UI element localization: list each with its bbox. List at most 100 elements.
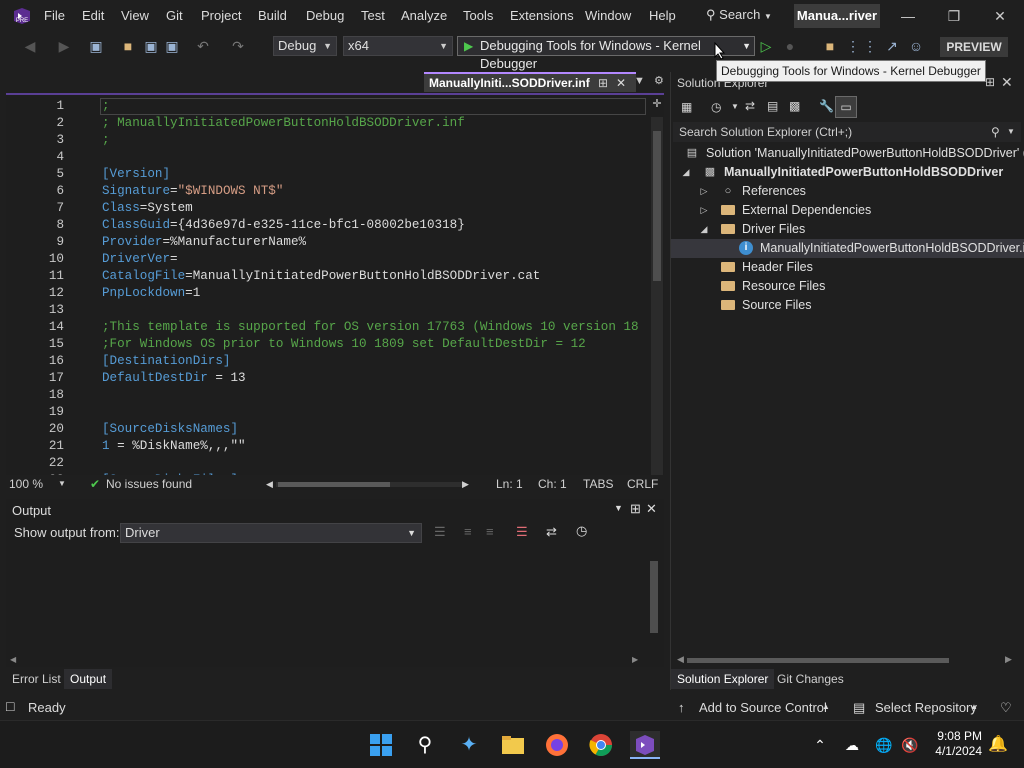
configuration-select[interactable]: Debug ▼ [273,36,337,56]
start-without-debugging-icon[interactable]: ▷ [758,38,774,54]
save-icon[interactable]: ▣ [143,38,159,54]
notification-bell-icon[interactable]: 🔔 [984,731,1012,759]
properties-wrench-icon[interactable]: 🔧 [819,99,834,113]
system-clock[interactable]: 9:08 PM 4/1/2024 [930,729,982,759]
menu-git[interactable]: Git [166,8,183,23]
chrome-icon[interactable] [587,731,615,759]
menu-edit[interactable]: Edit [82,8,104,23]
network-icon[interactable]: ☁ [838,731,866,759]
tab-solution-explorer[interactable]: Solution Explorer [671,669,775,689]
start-debugger-button[interactable]: ▶ Debugging Tools for Windows - Kernel D… [457,36,755,71]
code-line[interactable]: 9 Provider=%ManufacturerName% [6,234,646,251]
code-line[interactable]: 2 ; ManuallyInitiatedPowerButtonHoldBSODD… [6,115,646,132]
visual-studio-taskbar-icon[interactable] [630,731,660,759]
close-tab-icon[interactable]: ✕ [616,74,626,92]
back-icon[interactable]: ◀ [22,38,38,54]
collapsed-icon[interactable]: ▷ [699,182,709,201]
tree-project[interactable]: ◢ ▩ ManuallyInitiatedPowerButtonHoldBSOD… [671,163,1024,182]
code-editor[interactable]: 1; 2; ManuallyInitiatedPowerButtonHoldBSO… [6,93,664,475]
menu-file[interactable]: File [44,8,65,23]
notifications-bell-icon[interactable]: ♡ [1000,700,1012,716]
chevron-down-icon[interactable]: ▼ [1007,122,1015,142]
scrollbar-thumb[interactable] [650,561,658,633]
tree-source-files[interactable]: Source Files [671,296,1024,315]
forward-icon[interactable]: ▶ [56,38,72,54]
file-explorer-icon[interactable] [499,731,527,759]
issues-status[interactable]: No issues found [106,477,192,491]
minimize-icon[interactable]: — [898,6,918,26]
code-line[interactable]: 6 Signature="$WINDOWS NT$" [6,183,646,200]
new-item-icon[interactable]: ▣ [88,38,104,54]
solution-name-badge[interactable]: Manua...river [794,4,880,28]
search-menu[interactable]: ⚲ Search ▼ [706,7,772,23]
tab-error-list[interactable]: Error List [6,669,67,689]
code-line[interactable]: 16 [DestinationDirs] [6,353,646,370]
code-line[interactable]: 4 [6,149,646,166]
output-vertical-scrollbar[interactable] [648,549,660,649]
next-message-icon[interactable]: ≡ [486,524,494,539]
tree-solution[interactable]: ▤ Solution 'ManuallyInitiatedPowerButton… [671,144,1024,163]
code-line[interactable]: 11 CatalogFile=ManuallyInitiatedPowerButt… [6,268,646,285]
scroll-left-icon[interactable]: ◀ [266,479,273,490]
code-line[interactable]: 20 [SourceDisksNames] [6,421,646,438]
zoom-level[interactable]: 100 % [9,477,43,491]
code-line[interactable]: 19 [6,404,646,421]
collapsed-icon[interactable]: ▷ [699,201,709,220]
tree-external-dependencies[interactable]: ▷ External Dependencies [671,201,1024,220]
copilot-icon[interactable]: ✦ [455,731,483,759]
column-number[interactable]: Ch: 1 [538,477,567,491]
menu-tools[interactable]: Tools [463,8,493,23]
firefox-icon[interactable] [543,731,571,759]
vertical-scrollbar[interactable] [651,117,663,475]
close-icon[interactable]: ✕ [646,501,657,517]
settings-gear-icon[interactable]: ⚙ [654,75,664,87]
preview-selected-icon[interactable]: ▭ [835,96,857,118]
scrollbar-thumb[interactable] [653,131,661,281]
chevron-up-icon[interactable]: ▲ [822,702,830,711]
tab-output[interactable]: Output [64,669,113,689]
line-number[interactable]: Ln: 1 [496,477,523,491]
preview-badge[interactable]: PREVIEW [940,37,1008,57]
code-line[interactable]: 12 PnpLockdown=1 [6,285,646,302]
pin-icon[interactable]: ⊞ [985,75,995,89]
tab-git-changes[interactable]: Git Changes [771,669,850,689]
output-text-area[interactable] [6,547,664,665]
code-line[interactable]: 8 ClassGuid={4d36e97d-e325-11ce-bfc1-0800… [6,217,646,234]
code-line[interactable]: 18 [6,387,646,404]
scroll-left-icon[interactable]: ◀ [677,654,684,665]
word-wrap-icon[interactable]: ⇄ [546,524,557,540]
step-icon[interactable]: ⋮ [845,38,861,54]
show-all-files-icon[interactable]: ▩ [789,99,800,113]
restore-icon[interactable]: ❐ [944,6,964,26]
menu-test[interactable]: Test [361,8,385,23]
select-repository[interactable]: Select Repository [875,700,977,715]
tree-resource-files[interactable]: Resource Files [671,277,1024,296]
code-line[interactable]: 7 Class=System [6,200,646,217]
close-icon[interactable]: ✕ [1001,74,1013,91]
dropdown-icon[interactable]: ▼ [614,503,623,513]
tree-driver-files[interactable]: ◢ Driver Files [671,220,1024,239]
menu-extensions[interactable]: Extensions [510,8,574,23]
split-icon[interactable]: ✛ [651,97,663,111]
scroll-right-icon[interactable]: ▶ [1005,654,1012,665]
switch-views-icon[interactable]: ▦ [681,100,692,114]
sync-icon[interactable]: ⇄ [745,99,755,113]
search-icon[interactable]: ⚲ [411,731,439,759]
chevron-down-icon[interactable]: ▼ [742,37,751,55]
undo-icon[interactable]: ↶ [195,38,211,54]
code-line[interactable]: 3; [6,132,646,149]
tree-references[interactable]: ▷ ○ References [671,182,1024,201]
hot-reload-icon[interactable]: ● [782,38,798,54]
code-line[interactable]: 17 DefaultDestDir = 13 [6,370,646,387]
menu-help[interactable]: Help [649,8,676,23]
solution-explorer-search[interactable]: Search Solution Explorer (Ctrl+;) ⚲ ▼ [673,122,1021,142]
add-to-source-control[interactable]: Add to Source Control [699,700,827,715]
redo-icon[interactable]: ↷ [230,38,246,54]
chevron-down-icon[interactable]: ▼ [58,479,66,488]
prev-message-icon[interactable]: ≡ [464,524,472,539]
code-line[interactable]: 22 [6,455,646,472]
indent-mode[interactable]: TABS [583,477,613,491]
menu-window[interactable]: Window [585,8,631,23]
menu-project[interactable]: Project [201,8,241,23]
find-message-icon[interactable]: ☰ [434,524,446,540]
